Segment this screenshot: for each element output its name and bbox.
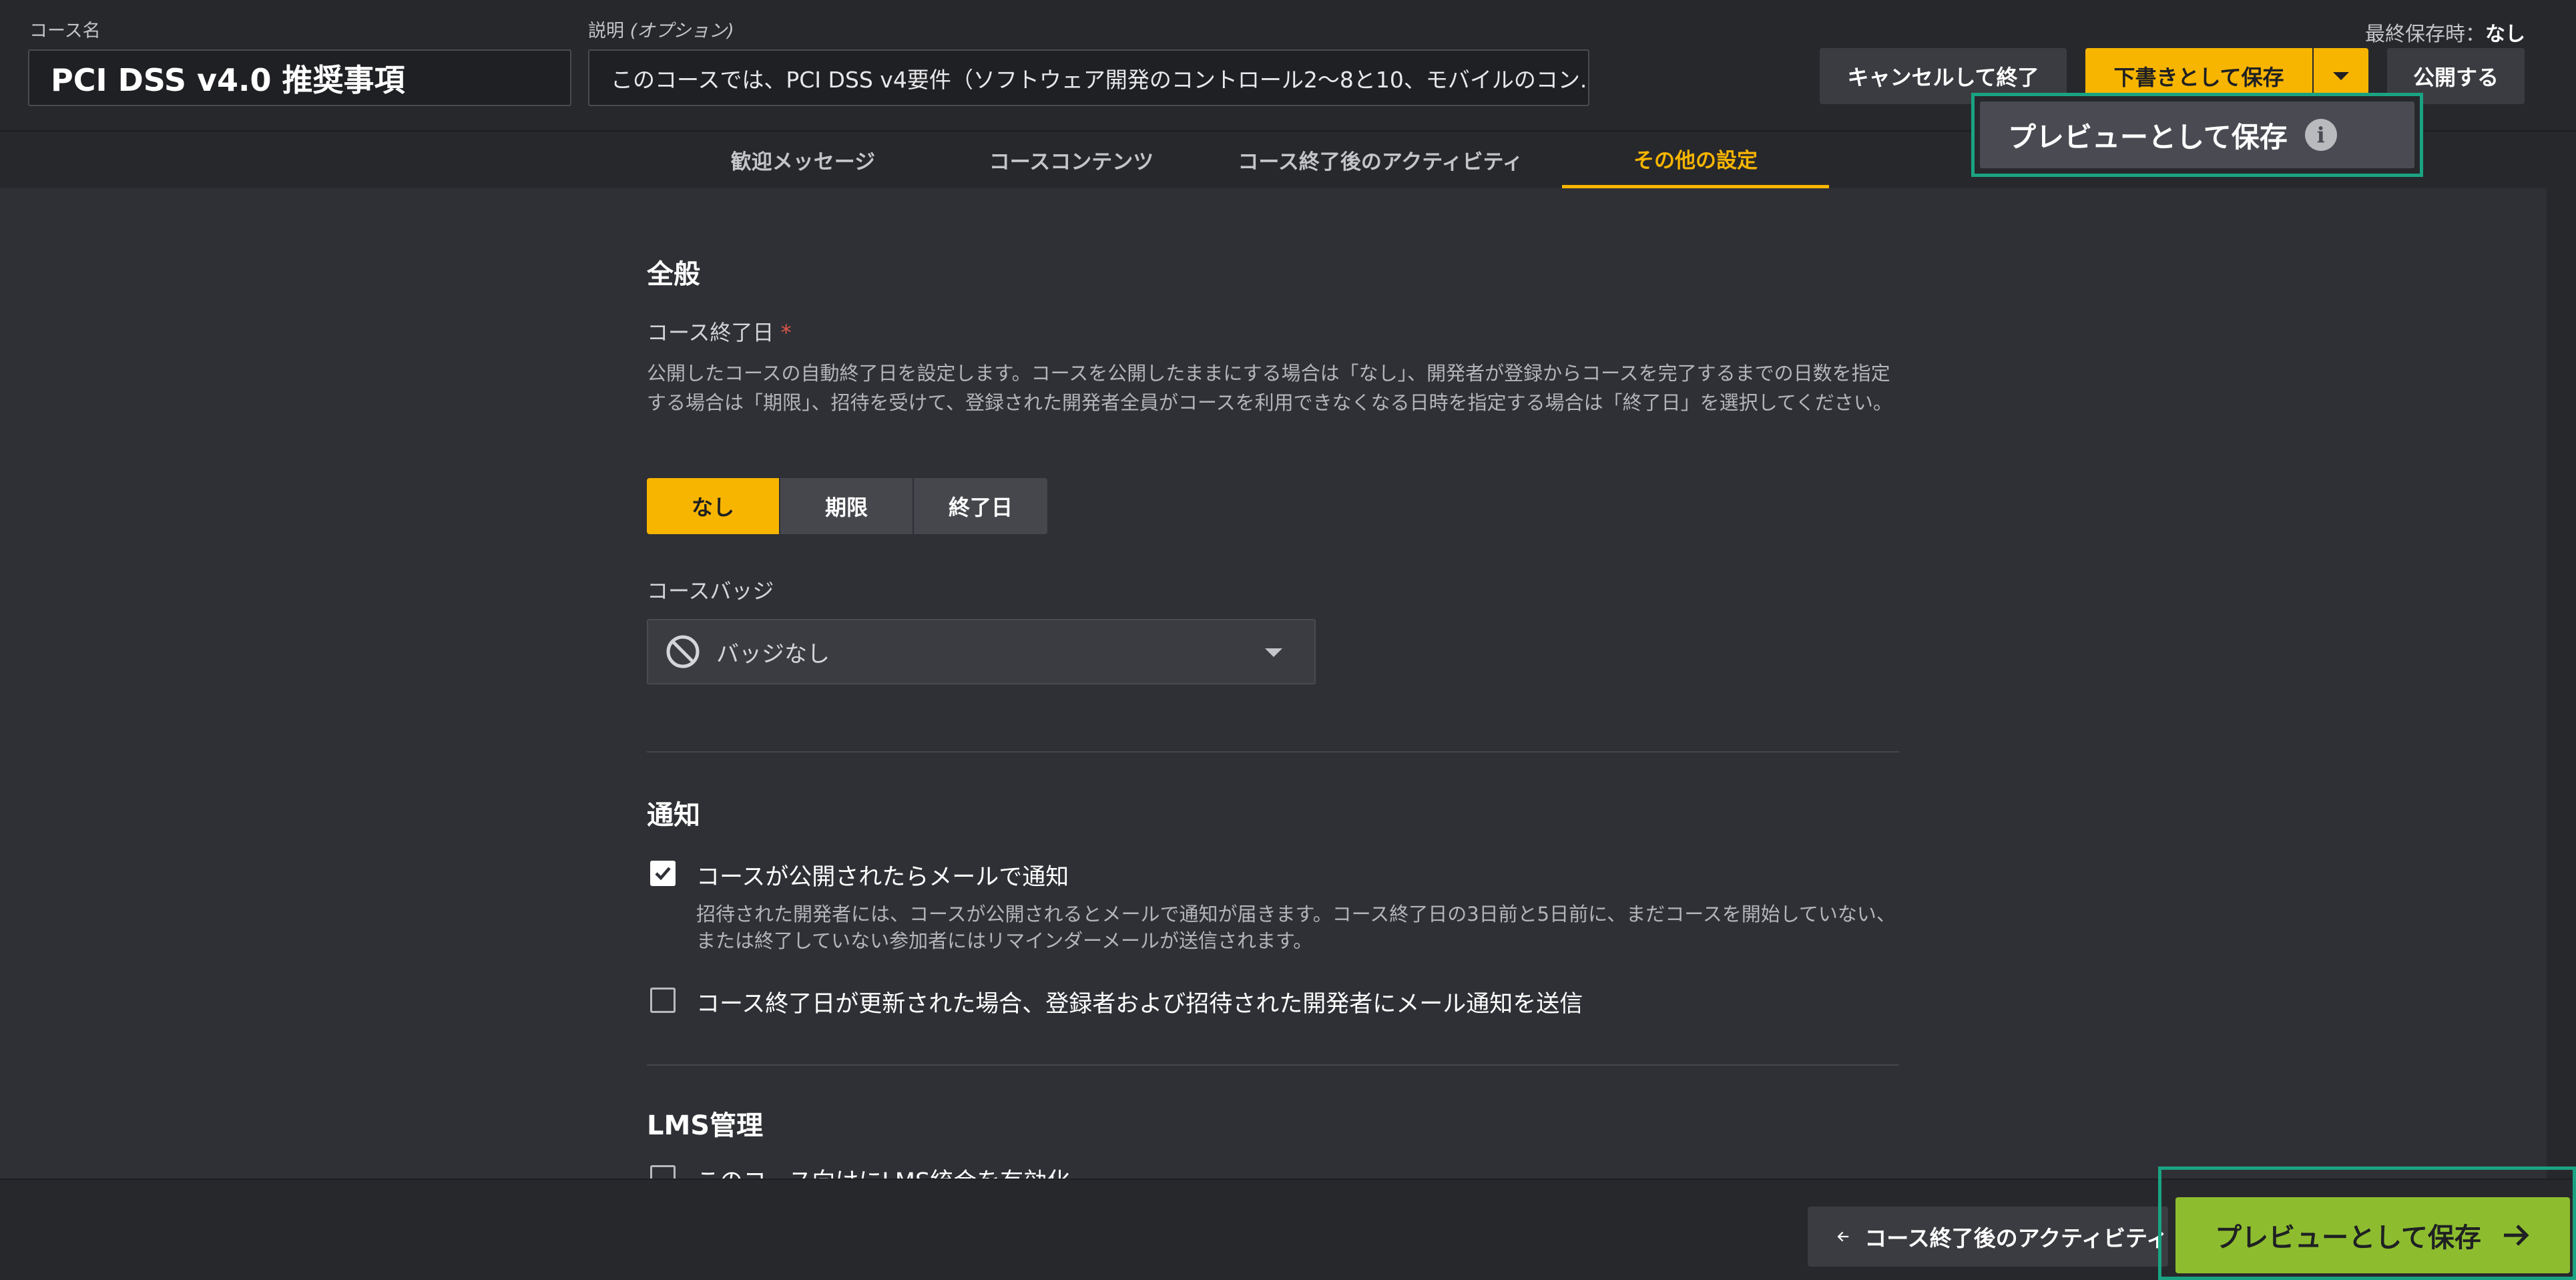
settings-panel: 全般 コース終了日 * 公開したコースの自動終了日を設定します。コースを公開した… <box>0 188 2547 1179</box>
section-divider <box>647 1064 1899 1066</box>
course-badge-label: コースバッジ <box>647 578 774 604</box>
tab-post-course-activities[interactable]: コース終了後のアクティビティ <box>1234 132 1527 188</box>
save-as-preview-button-label: プレビューとして保存 <box>2215 1223 2481 1253</box>
last-saved-status: 最終保存時：なし <box>2365 23 2525 46</box>
section-title-notifications: 通知 <box>647 800 700 831</box>
description-input[interactable]: このコースでは、PCI DSS v4要件（ソフトウェア開発のコントロール2〜8と… <box>588 49 1589 106</box>
end-date-label: コース終了日 * <box>647 320 792 345</box>
back-to-post-course-activities-button[interactable]: コース終了後のアクティビティ <box>1808 1207 2168 1267</box>
end-date-help-text: 公開したコースの自動終了日を設定します。コースを公開したままにする場合は「なし」… <box>647 362 1892 414</box>
section-divider <box>647 751 1899 753</box>
tab-welcome-message[interactable]: 歓迎メッセージ <box>706 132 900 188</box>
end-date-option-period[interactable]: 期限 <box>780 478 914 534</box>
section-title-lms: LMS管理 <box>647 1110 764 1141</box>
save-as-preview-label: プレビューとして保存 <box>2008 120 2288 154</box>
info-icon[interactable]: i <box>2304 119 2337 151</box>
lms-enable-checkbox[interactable] <box>650 1165 676 1179</box>
tab-other-settings[interactable]: その他の設定 <box>1562 132 1829 188</box>
required-mark: * <box>780 320 792 345</box>
email-on-publish-checkbox[interactable] <box>650 861 676 886</box>
course-name-value: PCI DSS v4.0 推奨事項 <box>51 61 405 98</box>
course-editor: コース名 PCI DSS v4.0 推奨事項 説明 (オプション) このコースで… <box>0 0 2576 1280</box>
end-date-option-none[interactable]: なし <box>647 478 780 534</box>
section-title-general: 全般 <box>647 259 700 290</box>
tab-course-contents[interactable]: コースコンテンツ <box>965 132 1178 188</box>
course-name-label: コース名 <box>29 21 101 41</box>
course-badge-select[interactable]: バッジなし <box>647 619 1316 684</box>
email-on-update-label[interactable]: コース終了日が更新された場合、登録者および招待された開発者にメール通知を送信 <box>696 985 1583 1019</box>
checkmark-icon <box>655 867 671 881</box>
description-label: 説明 (オプション) <box>588 21 734 41</box>
email-on-publish-help: 招待された開発者には、コースが公開されるとメールで通知が届きます。コース終了日の… <box>696 903 1896 952</box>
course-name-input[interactable]: PCI DSS v4.0 推奨事項 <box>28 49 571 106</box>
scrollbar[interactable] <box>2547 188 2576 1179</box>
chevron-down-icon <box>1265 648 1282 657</box>
save-as-preview-button[interactable]: プレビューとして保存 <box>2175 1197 2570 1273</box>
chevron-down-icon <box>2333 72 2349 80</box>
email-on-update-checkbox[interactable] <box>650 988 676 1013</box>
arrow-right-icon <box>2503 1225 2529 1246</box>
save-options-menu: プレビューとして保存 i <box>1971 93 2423 177</box>
description-value: このコースでは、PCI DSS v4要件（ソフトウェア開発のコントロール2〜8と… <box>611 66 1589 93</box>
arrow-left-icon <box>1837 1231 1849 1242</box>
no-badge-icon <box>666 635 700 668</box>
course-badge-value: バッジなし <box>716 640 830 668</box>
lms-enable-label[interactable]: このコース向けにLMS統合を有効化 <box>696 1162 1070 1179</box>
email-on-publish-label[interactable]: コースが公開されたらメールで通知 <box>696 858 1069 892</box>
end-date-mode-selector: なし 期限 終了日 <box>647 478 1047 534</box>
save-as-preview-menu-item[interactable]: プレビューとして保存 i <box>1980 101 2414 168</box>
back-button-label: コース終了後のアクティビティ <box>1864 1225 2168 1251</box>
end-date-option-end-date[interactable]: 終了日 <box>914 478 1047 534</box>
